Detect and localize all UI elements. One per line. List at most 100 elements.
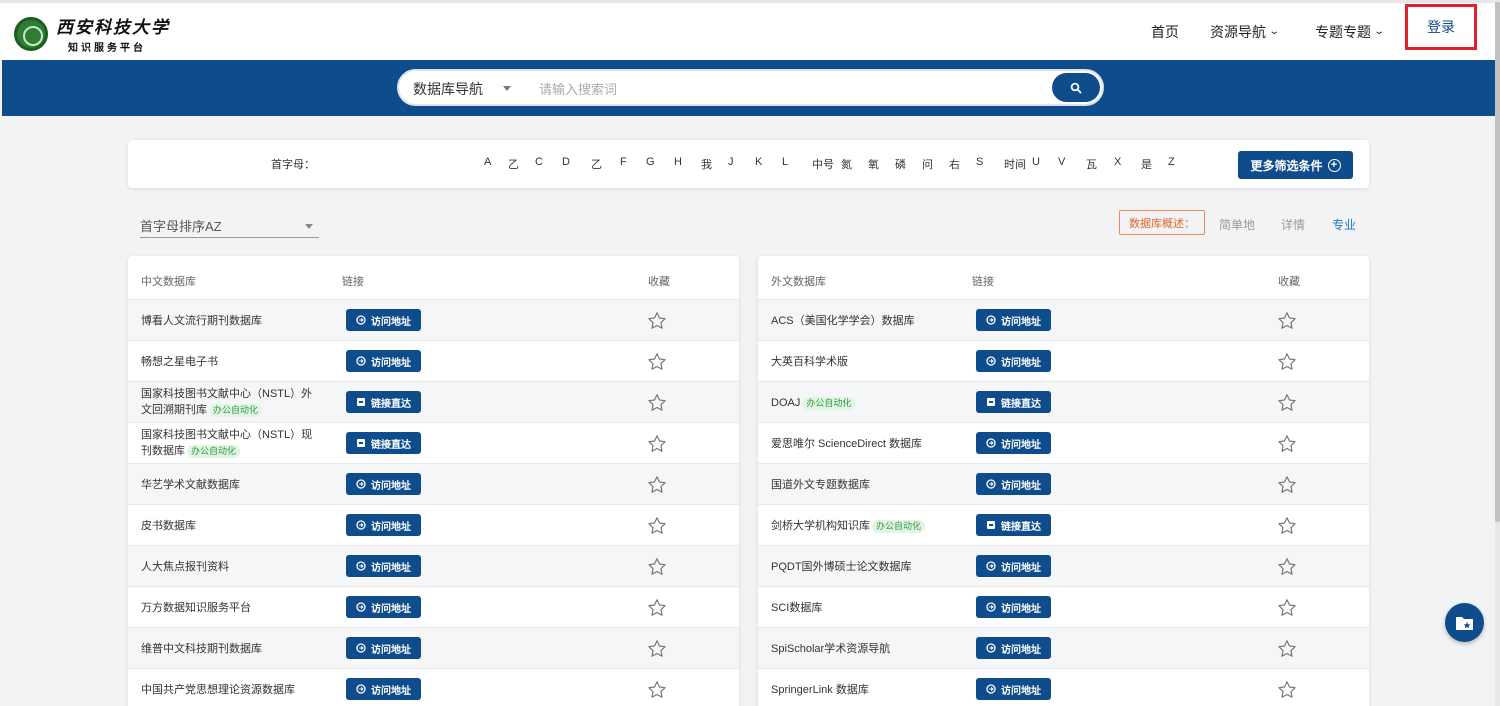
- db-name[interactable]: 畅想之星电子书: [141, 354, 218, 370]
- overview-option-simple[interactable]: 简单地: [1219, 216, 1255, 233]
- nav-topics[interactable]: 专题专题 ⌄: [1315, 22, 1385, 42]
- visit-address-button[interactable]: 访问地址: [976, 309, 1051, 331]
- star-outline-icon[interactable]: [1277, 393, 1297, 413]
- star-outline-icon[interactable]: [1277, 516, 1297, 536]
- db-name[interactable]: SCI数据库: [771, 600, 822, 616]
- db-name[interactable]: 大英百科学术版: [771, 354, 848, 370]
- search-input[interactable]: [539, 78, 1039, 100]
- star-outline-icon[interactable]: [1277, 598, 1297, 618]
- letter-filter-item[interactable]: J: [728, 156, 734, 168]
- login-button[interactable]: 登录: [1405, 4, 1477, 50]
- letter-filter-item[interactable]: F: [620, 156, 627, 168]
- letter-filter-item[interactable]: G: [646, 156, 655, 168]
- letter-filter-item[interactable]: 是: [1141, 156, 1152, 172]
- page-scrollbar-thumb[interactable]: [1495, 2, 1500, 522]
- db-name[interactable]: 国家科技图书文献中心（NSTL）现刊数据库 办公自动化: [141, 427, 321, 459]
- visit-address-button[interactable]: 访问地址: [976, 678, 1051, 700]
- db-name[interactable]: 博看人文流行期刊数据库: [141, 313, 262, 329]
- nav-resources[interactable]: 资源导航 ⌄: [1210, 22, 1280, 42]
- letter-filter-item[interactable]: 氮: [841, 156, 852, 172]
- visit-address-button[interactable]: 访问地址: [976, 596, 1051, 618]
- db-name[interactable]: 维普中文科技期刊数据库: [141, 641, 262, 657]
- letter-filter-item[interactable]: 问: [922, 156, 933, 172]
- letter-filter-item[interactable]: 乙: [508, 156, 519, 172]
- search-category-select[interactable]: 数据库导航: [413, 79, 483, 99]
- db-name[interactable]: SpiScholar学术资源导航: [771, 641, 890, 657]
- letter-filter-item[interactable]: C: [535, 156, 543, 168]
- visit-address-button[interactable]: 访问地址: [976, 350, 1051, 372]
- db-name[interactable]: 华艺学术文献数据库: [141, 477, 240, 493]
- letter-filter-item[interactable]: H: [674, 156, 682, 168]
- db-name[interactable]: 人大焦点报刊资料: [141, 559, 229, 575]
- star-outline-icon[interactable]: [647, 311, 667, 331]
- letter-filter-item[interactable]: K: [755, 156, 762, 168]
- star-outline-icon[interactable]: [1277, 557, 1297, 577]
- direct-link-button[interactable]: 链接直达: [976, 391, 1051, 413]
- db-name[interactable]: ACS（美国化学学会）数据库: [771, 313, 915, 329]
- star-outline-icon[interactable]: [1277, 352, 1297, 372]
- star-outline-icon[interactable]: [1277, 475, 1297, 495]
- letter-filter-item[interactable]: Z: [1168, 156, 1175, 168]
- letter-filter-item[interactable]: X: [1114, 156, 1121, 168]
- star-outline-icon[interactable]: [647, 352, 667, 372]
- star-outline-icon[interactable]: [647, 680, 667, 700]
- direct-link-button[interactable]: 链接直达: [346, 391, 421, 413]
- visit-address-button[interactable]: 访问地址: [346, 473, 421, 495]
- letter-filter-item[interactable]: D: [562, 156, 570, 168]
- visit-address-button[interactable]: 访问地址: [976, 432, 1051, 454]
- letter-filter-item[interactable]: 右: [949, 156, 960, 172]
- letter-filter-item[interactable]: L: [782, 156, 788, 168]
- direct-link-button[interactable]: 链接直达: [976, 514, 1051, 536]
- visit-address-button[interactable]: 访问地址: [346, 555, 421, 577]
- visit-address-button[interactable]: 访问地址: [346, 678, 421, 700]
- db-name[interactable]: 剑桥大学机构知识库 办公自动化: [771, 518, 926, 534]
- star-outline-icon[interactable]: [1277, 680, 1297, 700]
- overview-option-detail[interactable]: 详情: [1281, 216, 1305, 233]
- db-name[interactable]: PQDT国外博硕士论文数据库: [771, 559, 912, 575]
- direct-link-button[interactable]: 链接直达: [346, 432, 421, 454]
- letter-filter-item[interactable]: S: [976, 156, 983, 168]
- db-name[interactable]: SpringerLink 数据库: [771, 682, 869, 698]
- letter-filter-item[interactable]: 中号: [812, 156, 834, 172]
- letter-filter-item[interactable]: A: [484, 156, 491, 168]
- visit-address-button[interactable]: 访问地址: [976, 473, 1051, 495]
- db-name[interactable]: 国道外文专题数据库: [771, 477, 870, 493]
- letter-filter-item[interactable]: 氧: [868, 156, 879, 172]
- caret-down-icon[interactable]: [503, 86, 511, 91]
- favorites-fab[interactable]: [1445, 603, 1484, 642]
- letter-filter-item[interactable]: U: [1032, 156, 1040, 168]
- star-outline-icon[interactable]: [647, 475, 667, 495]
- star-outline-icon[interactable]: [1277, 434, 1297, 454]
- star-outline-icon[interactable]: [647, 434, 667, 454]
- star-outline-icon[interactable]: [647, 516, 667, 536]
- star-outline-icon[interactable]: [647, 557, 667, 577]
- star-outline-icon[interactable]: [1277, 311, 1297, 331]
- sort-select[interactable]: 首字母排序AZ: [140, 216, 319, 238]
- site-logo[interactable]: 西安科技大学 知识服务平台: [14, 13, 170, 54]
- overview-option-pro[interactable]: 专业: [1332, 216, 1356, 233]
- visit-address-button[interactable]: 访问地址: [976, 555, 1051, 577]
- db-name[interactable]: 爱思唯尔 ScienceDirect 数据库: [771, 436, 922, 452]
- letter-filter-item[interactable]: 瓦: [1086, 156, 1097, 172]
- visit-address-button[interactable]: 访问地址: [976, 637, 1051, 659]
- db-name[interactable]: 中国共产党思想理论资源数据库: [141, 682, 295, 698]
- star-outline-icon[interactable]: [647, 598, 667, 618]
- visit-address-button[interactable]: 访问地址: [346, 350, 421, 372]
- letter-filter-item[interactable]: 乙: [591, 156, 602, 172]
- visit-address-button[interactable]: 访问地址: [346, 596, 421, 618]
- db-name[interactable]: 国家科技图书文献中心（NSTL）外文回溯期刊库 办公自动化: [141, 386, 321, 418]
- more-filters-button[interactable]: 更多筛选条件 +: [1238, 151, 1353, 179]
- letter-filter-item[interactable]: 磷: [895, 156, 906, 172]
- letter-filter-item[interactable]: 时间: [1004, 156, 1026, 172]
- letter-filter-item[interactable]: 我: [701, 156, 712, 172]
- visit-address-button[interactable]: 访问地址: [346, 309, 421, 331]
- star-outline-icon[interactable]: [1277, 639, 1297, 659]
- visit-address-button[interactable]: 访问地址: [346, 637, 421, 659]
- db-name[interactable]: DOAJ 办公自动化: [771, 395, 856, 411]
- db-name[interactable]: 万方数据知识服务平台: [141, 600, 251, 616]
- db-name[interactable]: 皮书数据库: [141, 518, 196, 534]
- star-outline-icon[interactable]: [647, 393, 667, 413]
- star-outline-icon[interactable]: [647, 639, 667, 659]
- letter-filter-item[interactable]: V: [1058, 156, 1065, 168]
- search-button[interactable]: [1052, 73, 1100, 102]
